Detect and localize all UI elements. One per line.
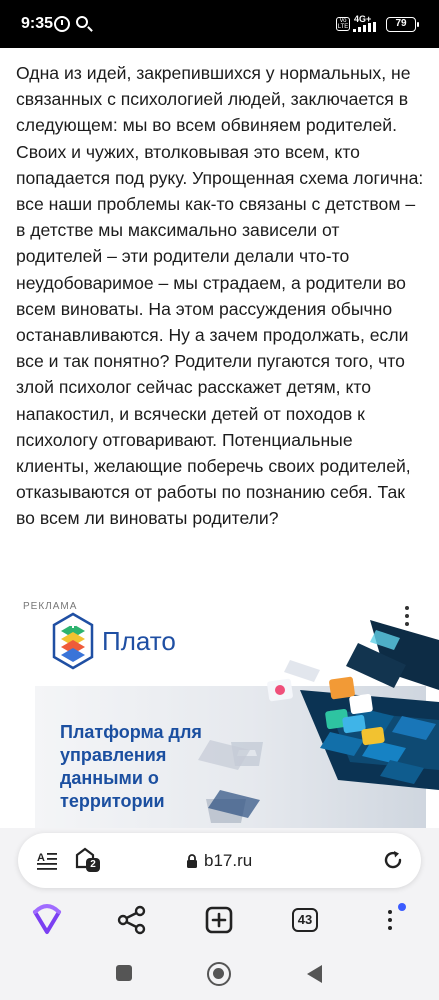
new-tab-icon[interactable] [201,902,237,938]
menu-notification-dot [398,903,406,911]
system-nav-bar [0,950,439,1000]
status-bar: 9:35 Vo LTE 4G+ 79 [0,0,439,48]
back-button[interactable] [304,963,324,985]
ad-label: РЕКЛАМА [23,601,78,612]
volte-icon: Vo LTE [336,17,350,31]
tab-groups-count: 2 [86,858,100,872]
tab-count: 43 [292,908,318,932]
reader-mode-icon[interactable]: A [37,850,59,870]
home-button[interactable] [207,962,231,986]
share-icon[interactable] [114,902,150,938]
reload-icon[interactable] [382,849,404,871]
alice-assistant-icon[interactable] [29,902,65,938]
ad-isometric-illustration [198,620,439,818]
alarm-icon [54,16,70,32]
address-bar[interactable]: A 2 b17.ru [18,833,421,888]
svg-text:A: A [37,852,45,864]
browser-screen: 9:35 Vo LTE 4G+ 79 Одна из идей, закрепи… [0,0,439,1000]
url-display[interactable]: b17.ru [186,850,252,872]
ad-brand-name: Плато [102,626,176,656]
article-paragraph: Одна из идей, закрепившихся у нормальных… [16,63,424,529]
search-icon [76,16,88,28]
lock-icon [187,853,197,868]
signal-icon [353,22,379,32]
status-time: 9:35 [21,15,54,32]
plato-logo-icon [52,612,94,670]
battery-icon: 79 [386,17,419,32]
recent-apps-button[interactable] [116,965,132,981]
tabs-overview-button[interactable]: 43 [287,902,323,938]
url-text: b17.ru [204,851,253,870]
tab-groups-icon[interactable]: 2 [75,847,101,873]
